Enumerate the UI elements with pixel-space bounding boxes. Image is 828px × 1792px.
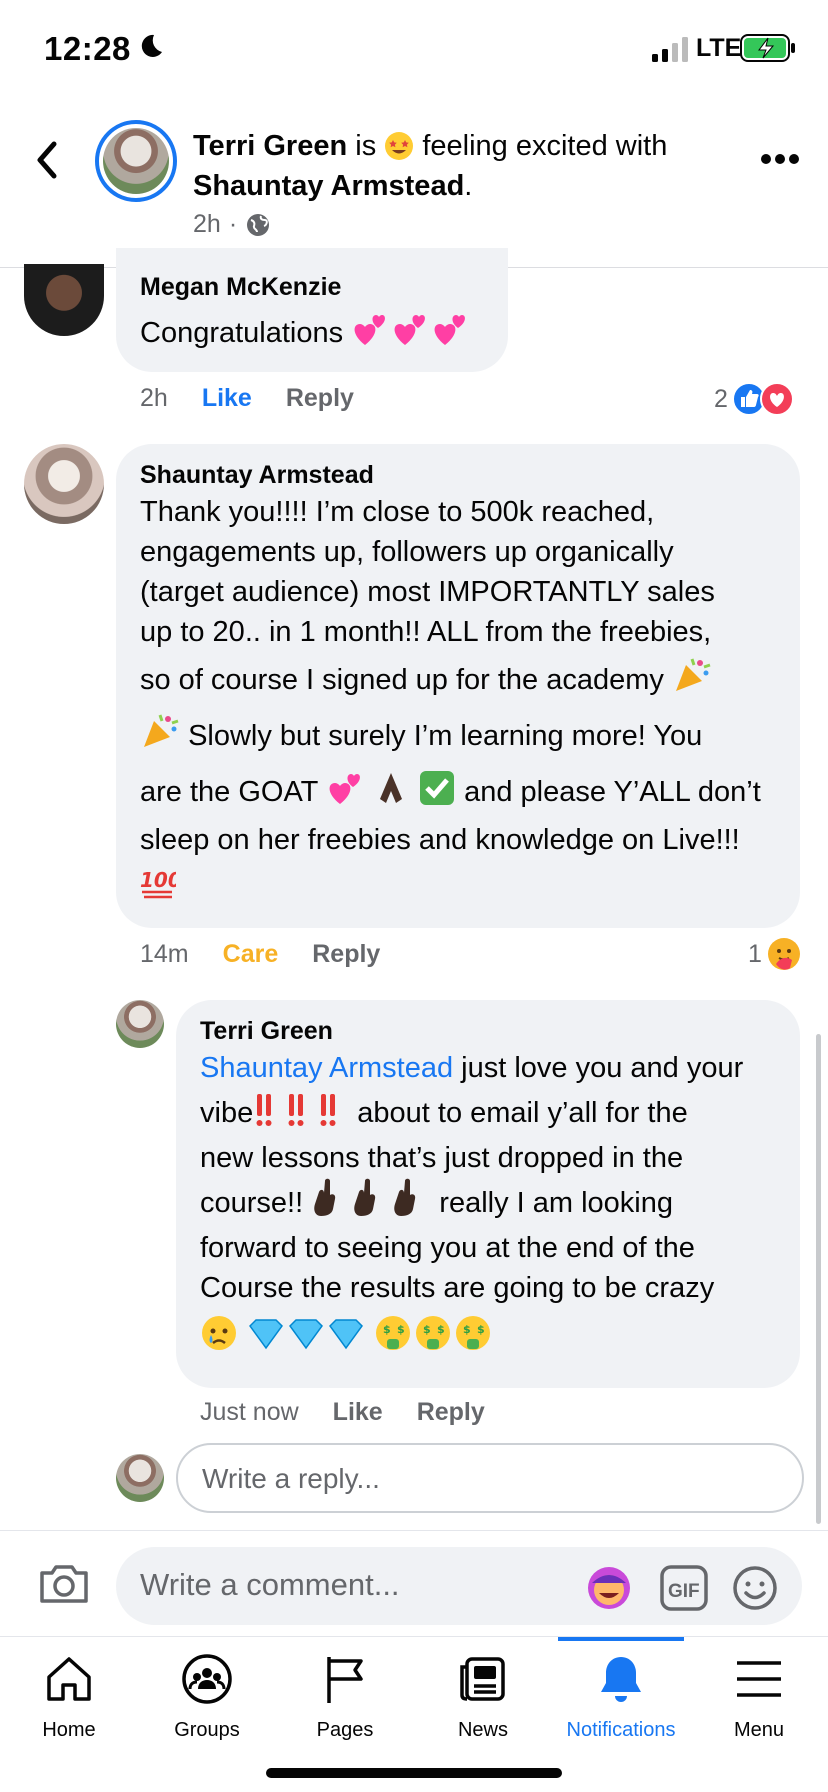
author-name[interactable]: Terri Green — [193, 130, 347, 162]
comment-placeholder: Write a comment... — [140, 1567, 400, 1602]
news-icon — [460, 1657, 505, 1701]
comment-input[interactable]: Write a comment... GIF — [116, 1547, 802, 1625]
reply-button[interactable]: Reply — [286, 384, 354, 413]
reply-bubble: Terri Green Shauntay Armstead just love … — [176, 1000, 800, 1388]
battery-charging-icon — [740, 34, 795, 62]
two-hearts-emoji-icon — [329, 774, 360, 804]
mention-link[interactable]: Shauntay Armstead — [200, 1052, 453, 1084]
commenter-name[interactable]: Shauntay Armstead — [140, 458, 776, 492]
post-time: 2h — [193, 210, 221, 238]
post-meta: 2h · — [193, 210, 271, 239]
crossed-fingers-emoji-icon — [314, 1178, 416, 1216]
svg-text:$: $ — [463, 1323, 471, 1336]
tab-notifications[interactable]: Notifications — [552, 1637, 690, 1757]
status-bar: 12:28 LTE — [0, 0, 828, 100]
network-label: LTE — [696, 34, 742, 62]
comment-bubble: Megan McKenzie Congratulations — [116, 248, 508, 372]
svg-text:$: $ — [477, 1323, 485, 1336]
commenter-name[interactable]: Megan McKenzie — [140, 270, 484, 304]
comment-composer: Write a comment... GIF — [0, 1530, 828, 1636]
check-mark-emoji-icon — [420, 771, 455, 805]
signal-icon — [652, 37, 688, 62]
reply-input[interactable]: Write a reply... — [176, 1443, 804, 1513]
comment-time: 14m — [140, 940, 189, 968]
moon-icon — [141, 34, 162, 57]
globe-icon — [247, 213, 270, 236]
like-button[interactable]: Like — [202, 384, 252, 413]
comment-actions: 14m Care Reply — [140, 940, 380, 969]
svg-text:GIF: GIF — [668, 1581, 700, 1602]
commenter-name[interactable]: Terri Green — [200, 1014, 776, 1048]
commenter-avatar[interactable] — [116, 1000, 164, 1048]
tab-menu[interactable]: Menu — [690, 1637, 828, 1757]
home-icon — [47, 1657, 91, 1701]
reply-button[interactable]: Reply — [312, 940, 380, 969]
tab-groups[interactable]: Groups — [138, 1637, 276, 1757]
svg-text:100: 100 — [140, 868, 176, 892]
comment-time: 2h — [140, 384, 168, 412]
reaction-count: 1 — [748, 939, 762, 968]
post-title: Terri Green is feeling excited with Shau… — [193, 130, 668, 202]
love-reaction-icon — [759, 382, 794, 416]
tab-news[interactable]: News — [414, 1637, 552, 1757]
reaction-count: 2 — [714, 384, 728, 413]
connector-text: is — [355, 130, 377, 162]
gem-stone-emoji-icon — [249, 1319, 364, 1350]
reply-actions: Just now Like Reply — [200, 1398, 485, 1427]
crying-face-emoji-icon — [202, 1316, 236, 1350]
reply-button[interactable]: Reply — [417, 1398, 485, 1427]
tab-home[interactable]: Home — [0, 1637, 138, 1757]
bell-icon — [601, 1657, 641, 1702]
feeling-text: feeling excited with — [422, 130, 668, 162]
emoji-icon[interactable] — [732, 1565, 778, 1611]
avatar-sticker-icon[interactable] — [586, 1565, 632, 1611]
commenter-avatar[interactable] — [24, 264, 104, 336]
comment-bubble: Shauntay Armstead Thank you!!!! I’m clos… — [116, 444, 800, 928]
comment-text: Shauntay Armstead just love you and your… — [200, 1048, 776, 1357]
post-header: Terri Green is feeling excited with Shau… — [0, 100, 828, 268]
money-mouth-face-emoji-icon: $ $ $ $ $ $ — [376, 1316, 491, 1350]
party-popper-emoji-icon — [144, 714, 179, 747]
status-time: 12:28 — [44, 30, 131, 67]
praying-hands-emoji-icon — [379, 773, 402, 803]
star-struck-emoji-icon — [385, 132, 414, 160]
double-exclamation-emoji-icon — [256, 1094, 336, 1126]
svg-text:$: $ — [423, 1323, 431, 1336]
like-button[interactable]: Like — [333, 1398, 383, 1427]
reply-time: Just now — [200, 1398, 299, 1426]
camera-icon[interactable] — [38, 1559, 90, 1607]
reaction-summary[interactable]: 1 — [748, 936, 802, 972]
scrollbar[interactable] — [816, 1034, 821, 1524]
gif-icon[interactable]: GIF — [660, 1565, 708, 1611]
home-indicator — [266, 1768, 562, 1778]
hundred-points-emoji-icon: 100 — [140, 868, 176, 899]
menu-icon — [737, 1661, 781, 1697]
svg-text:$: $ — [437, 1323, 445, 1336]
comment-actions: 2h Like Reply — [140, 384, 354, 413]
groups-icon — [182, 1654, 232, 1704]
svg-text:$: $ — [397, 1323, 405, 1336]
back-arrow-icon[interactable] — [30, 138, 64, 182]
current-user-avatar — [116, 1454, 164, 1502]
tagged-name[interactable]: Shauntay Armstead — [193, 170, 464, 202]
author-avatar[interactable] — [95, 120, 177, 202]
care-reaction-icon — [767, 938, 800, 970]
comment-text: Congratulations — [140, 312, 484, 353]
party-popper-emoji-icon — [675, 658, 711, 691]
two-hearts-emoji-icon — [354, 315, 466, 345]
tab-pages[interactable]: Pages — [276, 1637, 414, 1757]
comment-text: Thank you!!!! I’m close to 500k reached,… — [140, 492, 776, 904]
more-options-icon[interactable] — [760, 152, 800, 166]
svg-text:$: $ — [383, 1323, 391, 1336]
commenter-avatar[interactable] — [24, 444, 104, 524]
reaction-summary[interactable]: 2 — [714, 382, 794, 416]
flag-icon — [327, 1657, 363, 1703]
care-reaction-button[interactable]: Care — [223, 940, 279, 969]
